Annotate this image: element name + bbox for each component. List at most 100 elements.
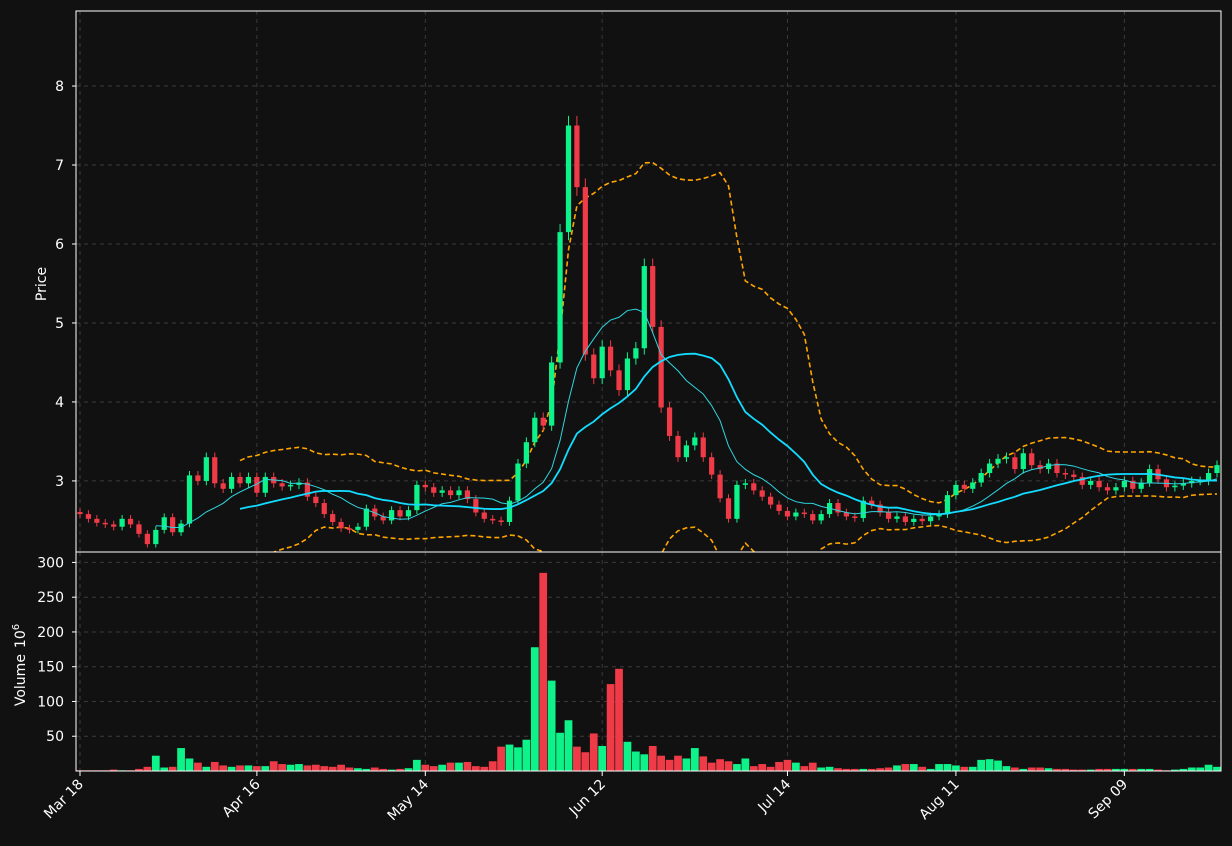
volume-bar	[935, 764, 943, 771]
volume-bar	[960, 766, 969, 771]
volume-bar	[665, 759, 674, 771]
candle-body	[515, 463, 521, 501]
x-tick-label: Mar 18	[41, 777, 87, 823]
candle-body	[245, 476, 252, 484]
volume-bar	[648, 745, 657, 771]
candle-body	[885, 512, 892, 519]
candle-body	[111, 524, 117, 527]
volume-bar	[1204, 764, 1213, 771]
candle-body	[481, 512, 487, 519]
volume-bar	[244, 765, 253, 771]
volume-bar	[598, 745, 607, 771]
volume-bar	[286, 764, 295, 771]
volume-bar	[227, 766, 236, 771]
candle-body	[549, 362, 555, 426]
volume-bar	[800, 766, 809, 771]
volume-bar	[438, 764, 447, 771]
price-tick-label: 5	[55, 316, 64, 332]
candle-body	[978, 473, 984, 483]
candle-body	[1012, 457, 1018, 470]
candle-body	[818, 514, 824, 521]
candle-body	[1096, 480, 1102, 488]
volume-bar	[1196, 767, 1205, 771]
candle-body	[574, 125, 580, 188]
volume-bar	[194, 762, 202, 771]
candle-body	[1071, 474, 1077, 477]
volume-bar	[657, 755, 666, 771]
candle-body	[447, 490, 454, 496]
candle-body	[1214, 465, 1220, 474]
candle-body	[902, 516, 908, 522]
volume-bar	[1036, 767, 1045, 771]
candle-body	[1020, 453, 1026, 470]
candle-body	[692, 437, 698, 446]
volume-bar	[977, 759, 986, 771]
x-tick-label: May 14	[385, 776, 433, 824]
candle-body	[928, 516, 934, 522]
candle-body	[599, 346, 605, 379]
candle-body	[346, 528, 353, 530]
volume-bar	[261, 766, 270, 771]
candle-body	[330, 514, 336, 522]
volume-bar	[674, 755, 682, 771]
volume-bar	[530, 647, 539, 771]
volume-bar	[320, 766, 329, 771]
candle-body	[801, 512, 807, 515]
candle-body	[220, 483, 226, 489]
price-tick-label: 3	[55, 474, 64, 490]
volume-tick-label: 300	[37, 555, 64, 571]
candle-body	[439, 490, 445, 493]
volume-bar	[429, 766, 438, 771]
candle-body	[144, 533, 150, 545]
volume-bar	[640, 754, 649, 771]
chart-stage: 3 4 5 6 7 8 Price 50 100 150 200 250 300 Volume106…	[0, 0, 1232, 842]
volume-bar	[252, 766, 261, 771]
candle-body	[195, 475, 201, 481]
candle-body	[456, 490, 462, 496]
candle-body	[490, 518, 496, 521]
volume-bar	[1027, 767, 1036, 771]
candle-body	[894, 516, 900, 519]
volume-plot-frame	[75, 551, 1222, 772]
candle-body	[986, 463, 993, 474]
volume-y-ticks: 50 100 150 200 250 300	[37, 555, 76, 745]
price-y-label: Price	[34, 267, 50, 301]
volume-bar	[337, 764, 345, 771]
x-tick-label: Sep 09	[1085, 777, 1131, 823]
candle-body	[523, 442, 529, 464]
volume-bar	[699, 756, 708, 771]
volume-bar	[345, 767, 354, 771]
candle-body	[717, 474, 723, 499]
volume-bar	[168, 766, 177, 771]
candle-body	[389, 510, 395, 521]
volume-bar	[269, 761, 278, 771]
candle-body	[633, 348, 639, 359]
candle-body	[1121, 480, 1127, 488]
volume-bar	[817, 767, 826, 771]
volume-bar	[808, 762, 817, 771]
volume-bar	[741, 758, 750, 771]
volume-bar	[455, 762, 463, 771]
volume-bar	[505, 744, 514, 771]
candle-body	[540, 417, 546, 426]
volume-bar	[421, 764, 430, 771]
candle-body	[759, 490, 765, 497]
volume-bar	[210, 761, 219, 771]
candle-body	[186, 475, 193, 524]
volume-bar	[985, 759, 994, 771]
candle-body	[810, 514, 816, 521]
volume-bar	[185, 758, 194, 771]
volume-bar	[682, 758, 691, 771]
candle-body	[641, 266, 647, 349]
volume-bar	[724, 761, 733, 771]
candle-body	[919, 518, 925, 522]
candle-body	[911, 518, 917, 522]
volume-bar	[968, 766, 977, 771]
volume-bar	[539, 572, 548, 771]
volume-bar	[733, 764, 741, 771]
x-axis-ticks: Mar 18 Apr 16 May 14 Jun 12 Jul 14 Aug 11 Sep …	[41, 771, 1131, 824]
volume-bar	[623, 741, 632, 771]
candle-body	[102, 522, 108, 525]
volume-bar	[631, 751, 640, 771]
candle-body	[363, 508, 369, 527]
